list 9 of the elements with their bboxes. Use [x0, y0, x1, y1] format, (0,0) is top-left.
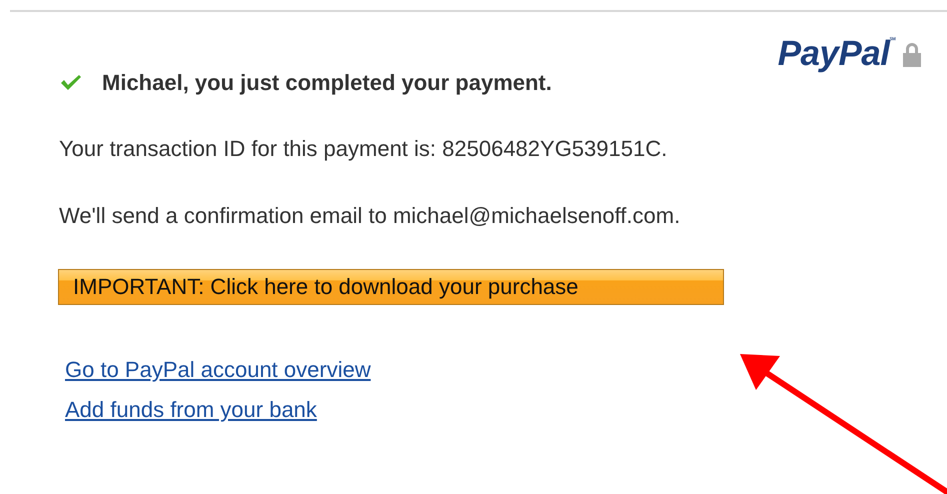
check-icon: [60, 74, 82, 92]
download-button[interactable]: IMPORTANT: Click here to download your purchase: [58, 269, 724, 305]
account-link[interactable]: Add funds from your bank: [65, 397, 317, 423]
message-text: Your transaction ID for this payment is: 82506482YG539151C.: [59, 136, 668, 162]
confirmation-heading: Michael, you just completed your payment.: [102, 70, 552, 96]
message-text: We'll send a confirmation email to michael@michaelsenoff.com.: [59, 203, 682, 229]
logo: PayPal$^{℠}$: [778, 34, 895, 74]
account-link[interactable]: Go to PayPal account overview: [65, 357, 371, 383]
lock-icon: [901, 40, 923, 68]
